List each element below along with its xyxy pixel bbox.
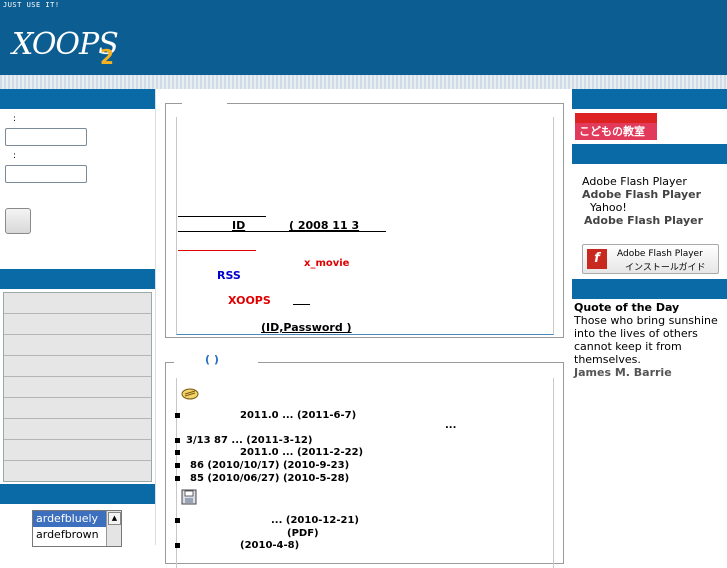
right-block-title-bar [572,89,727,109]
menu-item[interactable] [4,335,151,356]
xmovie-link[interactable]: x_movie [304,258,349,269]
flash-link[interactable]: Adobe Flash Player [582,188,701,201]
menu-item[interactable] [4,398,151,419]
flash-link[interactable]: Adobe Flash Player [584,214,703,227]
floppy-disk-icon [181,489,197,505]
right-column: こどもの教室 Adobe Flash Player Adobe Flash Pl… [572,89,727,545]
left-column: : : ardefbluely ardefbrown ▲ [0,89,155,547]
main-menu [3,292,152,482]
download-item[interactable]: (2010-4-8) [175,540,299,551]
news-item[interactable]: 3/13 87 ... (2011-3-12) [175,435,312,446]
xoops-logo[interactable]: XOOPS 2 [8,8,138,68]
password-input[interactable] [5,165,87,183]
menu-item[interactable] [4,461,151,481]
menu-item[interactable] [4,419,151,440]
yahoo-text: Yahoo! [590,201,627,214]
password-label: : [13,151,17,161]
menu-block-title-bar [0,269,155,289]
flash-player-icon: f [587,249,607,269]
red-underline [178,250,256,251]
xoops-link[interactable]: XOOPS [228,294,271,307]
underline-link[interactable] [178,216,266,217]
flash-block-title-bar [572,144,727,164]
info-box-tab [182,102,227,105]
login-block: : : [0,109,155,269]
flash-notice: Adobe Flash Player Adobe Flash Player Ya… [582,175,722,227]
id-password-link[interactable]: (ID,Password ) [261,321,352,334]
scroll-up-arrow-icon[interactable]: ▲ [108,512,121,525]
quote-author: James M. Barrie [574,366,672,379]
flash-button-line-2: インストールガイド [625,263,706,273]
divider [178,231,386,232]
news-ellipsis: ... [445,420,457,431]
logo-version: 2 [100,45,114,68]
news-box-title: ( ) [203,353,221,366]
quote-title: Quote of the Day [574,301,680,314]
banner-text: こどもの教室 [579,125,645,138]
news-box: ( ) 2011.0 ... (2011-6-7) ... 3/13 87 ..… [165,353,564,568]
download-pdf-label: (PDF) [287,528,319,539]
flash-button-line-1: Adobe Flash Player [617,249,703,259]
quote-block: Quote of the Day Those who bring sunshin… [574,301,724,379]
flash-install-button[interactable]: f Adobe Flash Player インストールガイド [582,244,719,274]
news-item[interactable]: 86 (2010/10/17) (2010-9-23) [175,460,349,471]
menu-item[interactable] [4,293,151,314]
theme-list-scrollbar[interactable]: ▲ [106,511,121,546]
header-stripe [0,75,727,89]
login-button[interactable] [5,208,31,234]
menu-item[interactable] [4,440,151,461]
quote-block-title-bar [572,279,727,299]
underline-link[interactable] [293,304,310,305]
info-box: ID ( 2008 11 3 x_movie RSS XOOPS (ID,Pas… [165,102,564,338]
menu-item[interactable] [4,356,151,377]
news-icon [181,388,199,400]
center-column: ID ( 2008 11 3 x_movie RSS XOOPS (ID,Pas… [155,89,573,568]
themes-block-title-bar [0,484,155,504]
banner-top-strip [575,113,657,123]
theme-select-list[interactable]: ardefbluely ardefbrown ▲ [32,510,122,547]
download-item[interactable]: ... (2010-12-21) [175,515,359,526]
rss-link[interactable]: RSS [217,269,241,282]
username-label: : [13,114,17,124]
menu-item[interactable] [4,314,151,335]
menu-item[interactable] [4,377,151,398]
kids-class-banner[interactable]: こどもの教室 [575,113,657,140]
login-block-title-bar [0,89,155,109]
news-item[interactable]: 85 (2010/06/27) (2010-5-28) [175,473,349,484]
username-input[interactable] [5,128,87,146]
news-item[interactable]: 2011.0 ... (2011-2-22) [175,447,363,458]
quote-text: Those who bring sunshine into the lives … [574,314,718,366]
news-item[interactable]: 2011.0 ... (2011-6-7) [175,410,356,421]
flash-text: Adobe Flash Player [582,175,687,188]
site-header: JUST USE IT! XOOPS 2 [0,0,727,75]
